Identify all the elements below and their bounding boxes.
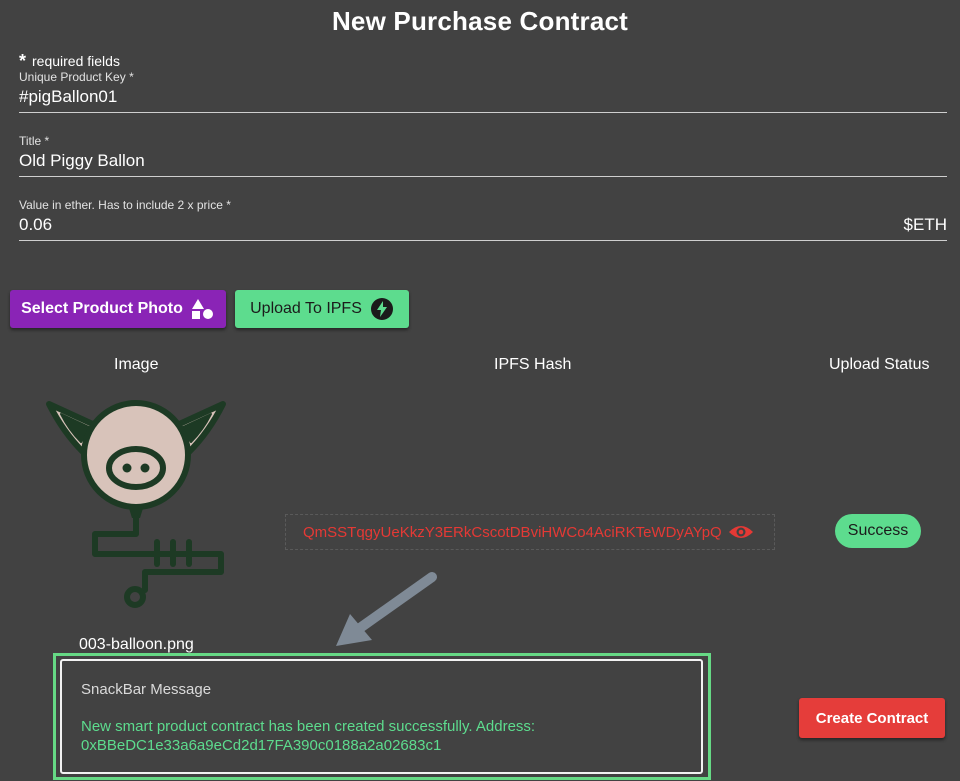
status-badge: Success — [835, 514, 921, 548]
ipfs-hash-link[interactable]: QmSSTqgyUeKkzY3ERkCscotDBviHWCo4AciRKTeW… — [303, 524, 722, 541]
select-photo-label: Select Product Photo — [21, 300, 183, 317]
lightning-bolt-icon — [370, 297, 394, 321]
page-title: New Purchase Contract — [331, 6, 629, 36]
product-key-label: Unique Product Key * — [19, 70, 134, 84]
annotation-arrow — [330, 570, 440, 655]
value-label: Value in ether. Has to include 2 x price… — [19, 198, 231, 212]
value-input[interactable]: 0.06 — [19, 215, 947, 240]
eye-icon[interactable] — [728, 524, 754, 540]
product-key-field[interactable]: Unique Product Key * #pigBallon01 — [19, 70, 947, 113]
title-label: Title * — [19, 134, 50, 148]
column-header-ipfs-hash: IPFS Hash — [494, 356, 572, 373]
column-header-image: Image — [114, 356, 159, 373]
required-fields-label: required fields — [32, 53, 120, 69]
required-star: * — [19, 51, 27, 71]
pig-balloon-icon — [45, 388, 227, 623]
column-header-upload-status: Upload Status — [829, 356, 930, 373]
title-field[interactable]: Title * Old Piggy Ballon — [19, 134, 947, 177]
eth-suffix: $ETH — [903, 215, 947, 234]
shapes-icon — [191, 298, 215, 320]
upload-to-ipfs-button[interactable]: Upload To IPFS — [235, 290, 409, 328]
upload-label: Upload To IPFS — [250, 300, 362, 317]
title-input[interactable]: Old Piggy Ballon — [19, 151, 947, 176]
purchase-contract-page: New Purchase Contract * required fields U… — [0, 0, 960, 781]
value-field[interactable]: Value in ether. Has to include 2 x price… — [19, 198, 947, 241]
snackbar-title: SnackBar Message — [81, 681, 212, 698]
snackbar-message: New smart product contract has been crea… — [81, 718, 536, 754]
ipfs-hash-cell[interactable]: QmSSTqgyUeKkzY3ERkCscotDBviHWCo4AciRKTeW… — [285, 514, 775, 550]
snackbar: SnackBar Message New smart product contr… — [60, 659, 703, 774]
required-fields-note: * required fields — [19, 50, 120, 71]
product-key-input[interactable]: #pigBallon01 — [19, 87, 947, 112]
create-contract-button[interactable]: Create Contract — [799, 698, 945, 738]
image-filename: 003-balloon.png — [79, 636, 194, 653]
select-product-photo-button[interactable]: Select Product Photo — [10, 290, 226, 328]
